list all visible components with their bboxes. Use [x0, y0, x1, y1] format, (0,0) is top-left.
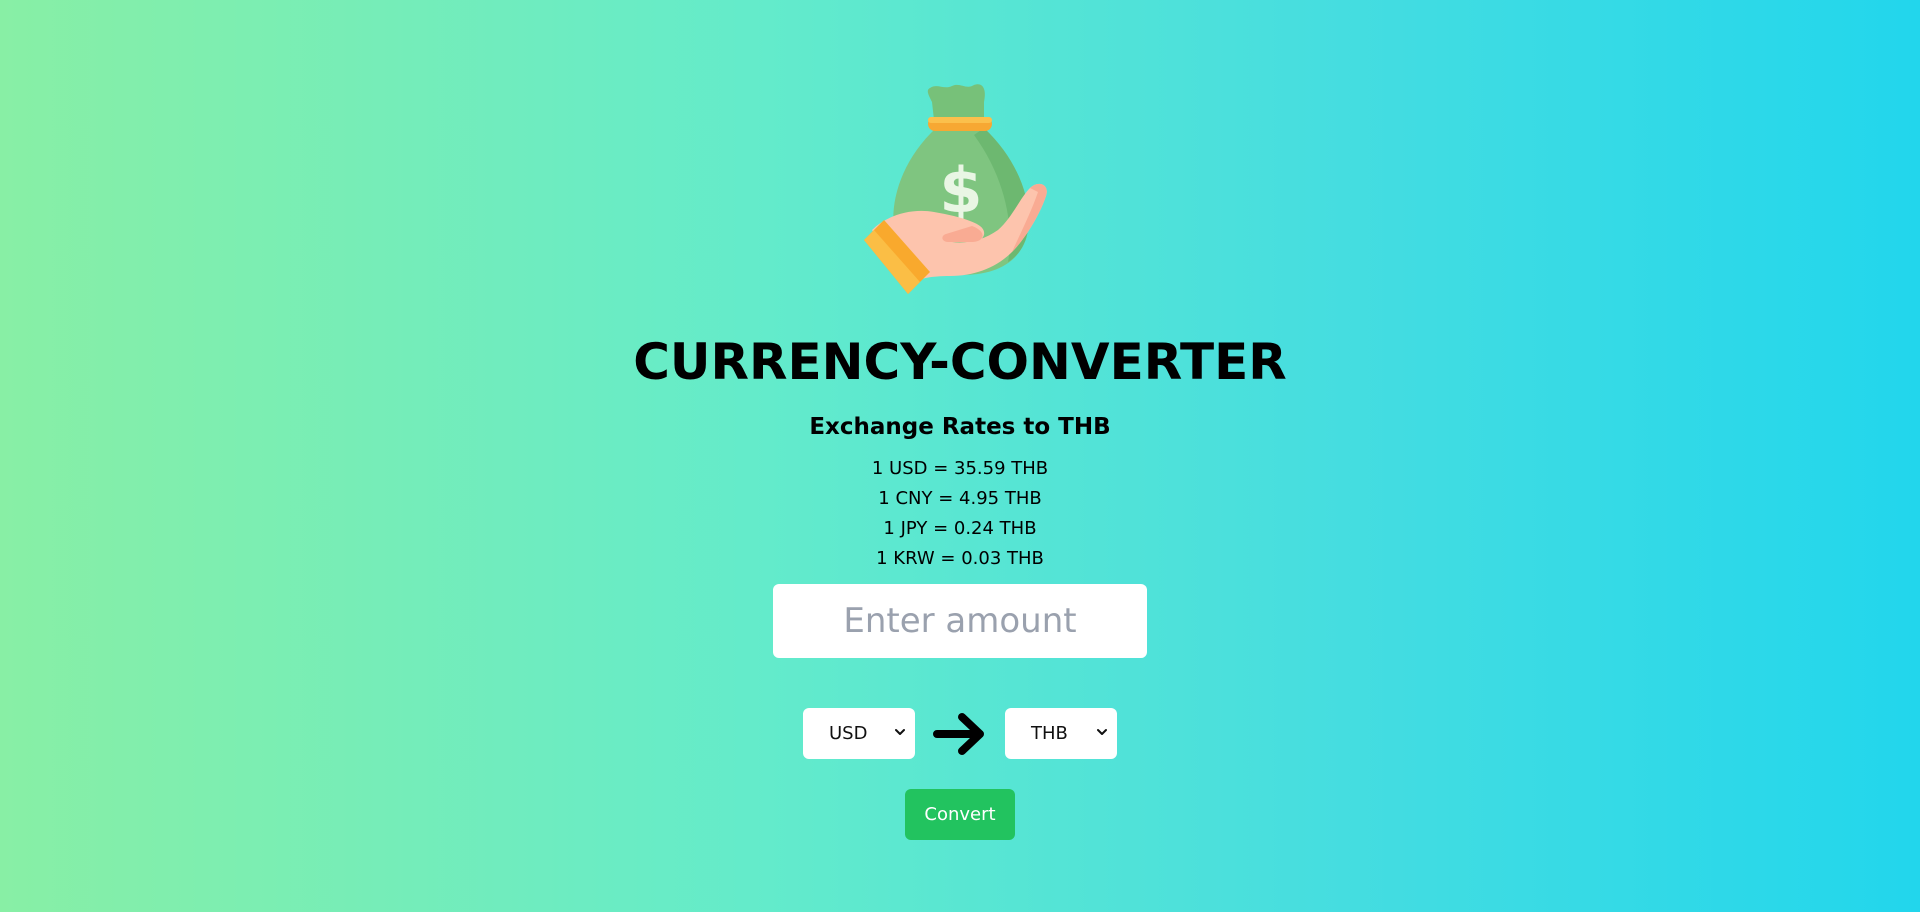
money-bag-hand-icon: $ [864, 84, 1047, 294]
rate-krw: 1 KRW = 0.03 THB [876, 548, 1044, 569]
rate-usd: 1 USD = 35.59 THB [871, 458, 1049, 479]
chevron-down-icon [1097, 729, 1107, 735]
currency-converter-app: $ CURRENCY-CONVERTER Exchange Rates to T… [0, 0, 1920, 912]
rate-jpy: 1 JPY = 0.24 THB [883, 518, 1037, 539]
rate-cny: 1 CNY = 4.95 THB [878, 488, 1042, 509]
to-currency-value: THB [1031, 723, 1068, 744]
convert-button[interactable]: Convert [905, 789, 1015, 840]
page-title: CURRENCY-CONVERTER [633, 333, 1287, 391]
from-currency-value: USD [829, 723, 868, 744]
amount-input[interactable] [773, 584, 1147, 658]
from-currency-select[interactable]: USD [803, 708, 915, 759]
arrow-right-icon [933, 713, 984, 755]
rates-heading: Exchange Rates to THB [809, 414, 1111, 440]
to-currency-select[interactable]: THB [1005, 708, 1117, 759]
chevron-down-icon [895, 729, 905, 735]
exchange-rates-list: 1 USD = 35.59 THB 1 CNY = 4.95 THB 1 JPY… [0, 454, 1920, 574]
